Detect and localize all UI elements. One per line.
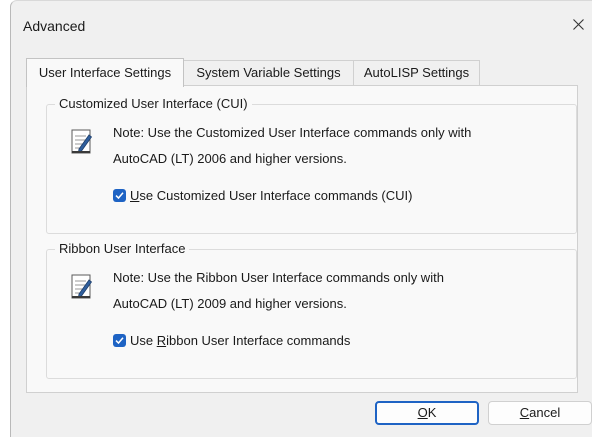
ribbon-checkbox-row[interactable]: Use Ribbon User Interface commands	[113, 332, 350, 348]
dialog-title: Advanced	[23, 18, 86, 34]
checkmark-icon	[115, 336, 124, 344]
note-icon	[71, 274, 93, 300]
title-bar: Advanced	[11, 1, 592, 49]
cui-checkbox-row[interactable]: Use Customized User Interface commands (…	[113, 187, 412, 203]
ribbon-note-line2: AutoCAD (LT) 2009 and higher versions.	[113, 296, 347, 311]
cancel-button[interactable]: Cancel	[488, 401, 592, 425]
ok-button[interactable]: OK	[375, 401, 479, 425]
ribbon-checkbox[interactable]	[113, 333, 126, 347]
cui-group-legend: Customized User Interface (CUI)	[55, 96, 252, 112]
cui-note-line2: AutoCAD (LT) 2006 and higher versions.	[113, 151, 347, 166]
advanced-dialog: Advanced User Interface Settings System …	[10, 0, 592, 437]
ribbon-group-legend: Ribbon User Interface	[55, 241, 190, 257]
close-icon	[573, 19, 584, 30]
cui-checkbox-label[interactable]: Use Customized User Interface commands (…	[130, 188, 412, 203]
tab-autolisp-settings[interactable]: AutoLISP Settings	[353, 60, 480, 85]
checkmark-icon	[115, 191, 124, 199]
cui-group: Customized User Interface (CUI) Note: Us…	[46, 96, 577, 234]
tab-panel: Customized User Interface (CUI) Note: Us…	[26, 85, 578, 393]
ribbon-group: Ribbon User Interface Note: Use the Ribb…	[46, 241, 577, 379]
note-icon	[71, 129, 93, 155]
cui-note-line1: Note: Use the Customized User Interface …	[113, 125, 472, 140]
close-button[interactable]	[565, 12, 592, 38]
tab-system-variable-settings[interactable]: System Variable Settings	[183, 60, 354, 85]
ribbon-note-line1: Note: Use the Ribbon User Interface comm…	[113, 270, 444, 285]
cui-checkbox[interactable]	[113, 188, 126, 202]
tab-user-interface-settings[interactable]: User Interface Settings	[26, 58, 184, 87]
ribbon-checkbox-label[interactable]: Use Ribbon User Interface commands	[130, 333, 350, 348]
